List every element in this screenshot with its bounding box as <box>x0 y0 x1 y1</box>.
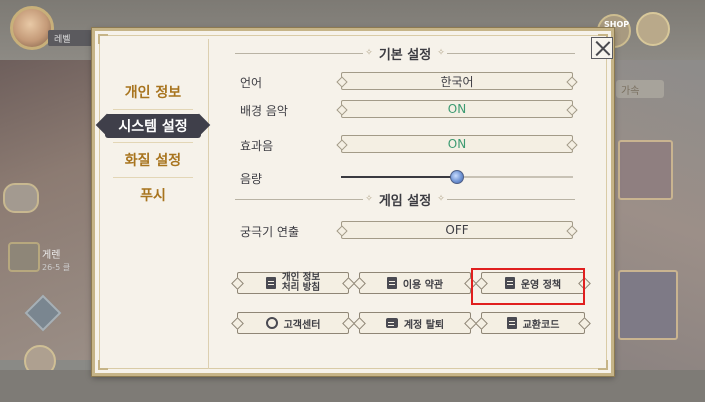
header-line <box>235 52 364 54</box>
operation-policy-button[interactable]: 운영 정책 <box>481 272 585 294</box>
volume-slider[interactable] <box>341 170 573 184</box>
nav-system-settings[interactable]: 시스템 설정 <box>105 114 201 138</box>
header-line <box>235 198 364 200</box>
nav-graphics-settings[interactable]: 화질 설정 <box>103 143 203 177</box>
redeem-label: 교환코드 <box>522 319 560 331</box>
withdraw-label: 계정 탈퇴 <box>403 319 445 331</box>
frame-corner <box>598 360 608 370</box>
headset-icon <box>265 317 278 329</box>
privacy-policy-button[interactable]: 개인 정보 처리 방침 <box>237 272 349 294</box>
bgm-toggle[interactable]: ON <box>341 100 573 118</box>
customer-center-button[interactable]: 고객센터 <box>237 312 349 334</box>
slider-fill <box>341 176 457 178</box>
frame-corner <box>98 360 108 370</box>
sfx-toggle[interactable]: ON <box>341 135 573 153</box>
close-button[interactable] <box>591 37 613 59</box>
speed-label: 가속 <box>616 80 664 98</box>
section-game-settings: ✧ 게임 설정 ✧ <box>235 191 575 209</box>
section-title: 기본 설정 <box>378 47 432 63</box>
policy-label: 운영 정책 <box>520 279 562 291</box>
bgm-label: 배경 음악 <box>240 104 288 118</box>
building-icon <box>8 242 40 272</box>
character-name: 게렌 <box>42 250 61 261</box>
nav-label: 개인 정보 <box>124 85 182 101</box>
home-icon <box>636 12 670 46</box>
nav-personal-info[interactable]: 개인 정보 <box>103 75 203 109</box>
document-icon <box>386 277 397 289</box>
sidebar-divider <box>208 39 209 369</box>
nav-label: 시스템 설정 <box>118 119 188 135</box>
nav-label: 푸시 <box>140 188 166 204</box>
header-line <box>446 52 575 54</box>
nav-divider <box>113 109 193 110</box>
nav-push[interactable]: 푸시 <box>103 178 203 212</box>
language-label: 언어 <box>240 76 263 90</box>
document-icon <box>504 277 515 289</box>
frame-corner <box>98 34 108 44</box>
character-card <box>618 270 678 340</box>
section-title: 게임 설정 <box>378 193 432 209</box>
character-sub: 26-5 클 <box>42 263 71 272</box>
settings-sidebar: 개인 정보 시스템 설정 화질 설정 푸시 <box>103 75 203 212</box>
volume-label: 음량 <box>240 172 263 186</box>
ornament-icon: ✧ <box>365 194 373 204</box>
ornament-icon: ✧ <box>365 48 373 58</box>
terms-button[interactable]: 이용 약관 <box>359 272 471 294</box>
ultimate-label: 궁극기 연출 <box>240 225 300 239</box>
support-label: 고객센터 <box>283 319 321 331</box>
account-delete-button[interactable]: 계정 탈퇴 <box>359 312 471 334</box>
chat-bubble-icon <box>3 183 39 213</box>
document-icon <box>506 317 517 329</box>
slider-knob[interactable] <box>450 170 464 184</box>
label-line2: 처리 방침 <box>281 282 321 293</box>
ornament-icon: ✧ <box>437 194 445 204</box>
privacy-policy-label: 개인 정보 처리 방침 <box>282 273 320 293</box>
account-icon <box>385 318 398 328</box>
language-select[interactable]: 한국어 <box>341 72 573 90</box>
character-card <box>618 140 673 200</box>
document-icon <box>265 277 276 289</box>
nav-label: 화질 설정 <box>124 153 182 169</box>
ultimate-toggle[interactable]: OFF <box>341 221 573 239</box>
section-basic-settings: ✧ 기본 설정 ✧ <box>235 45 575 63</box>
redeem-code-button[interactable]: 교환코드 <box>481 312 585 334</box>
settings-dialog: 개인 정보 시스템 설정 화질 설정 푸시 ✧ 기본 설정 ✧ 언어 한국어 배… <box>92 28 614 376</box>
terms-label: 이용 약관 <box>402 279 444 291</box>
ornament-icon: ✧ <box>437 48 445 58</box>
sfx-label: 효과음 <box>240 139 274 153</box>
header-line <box>446 198 575 200</box>
